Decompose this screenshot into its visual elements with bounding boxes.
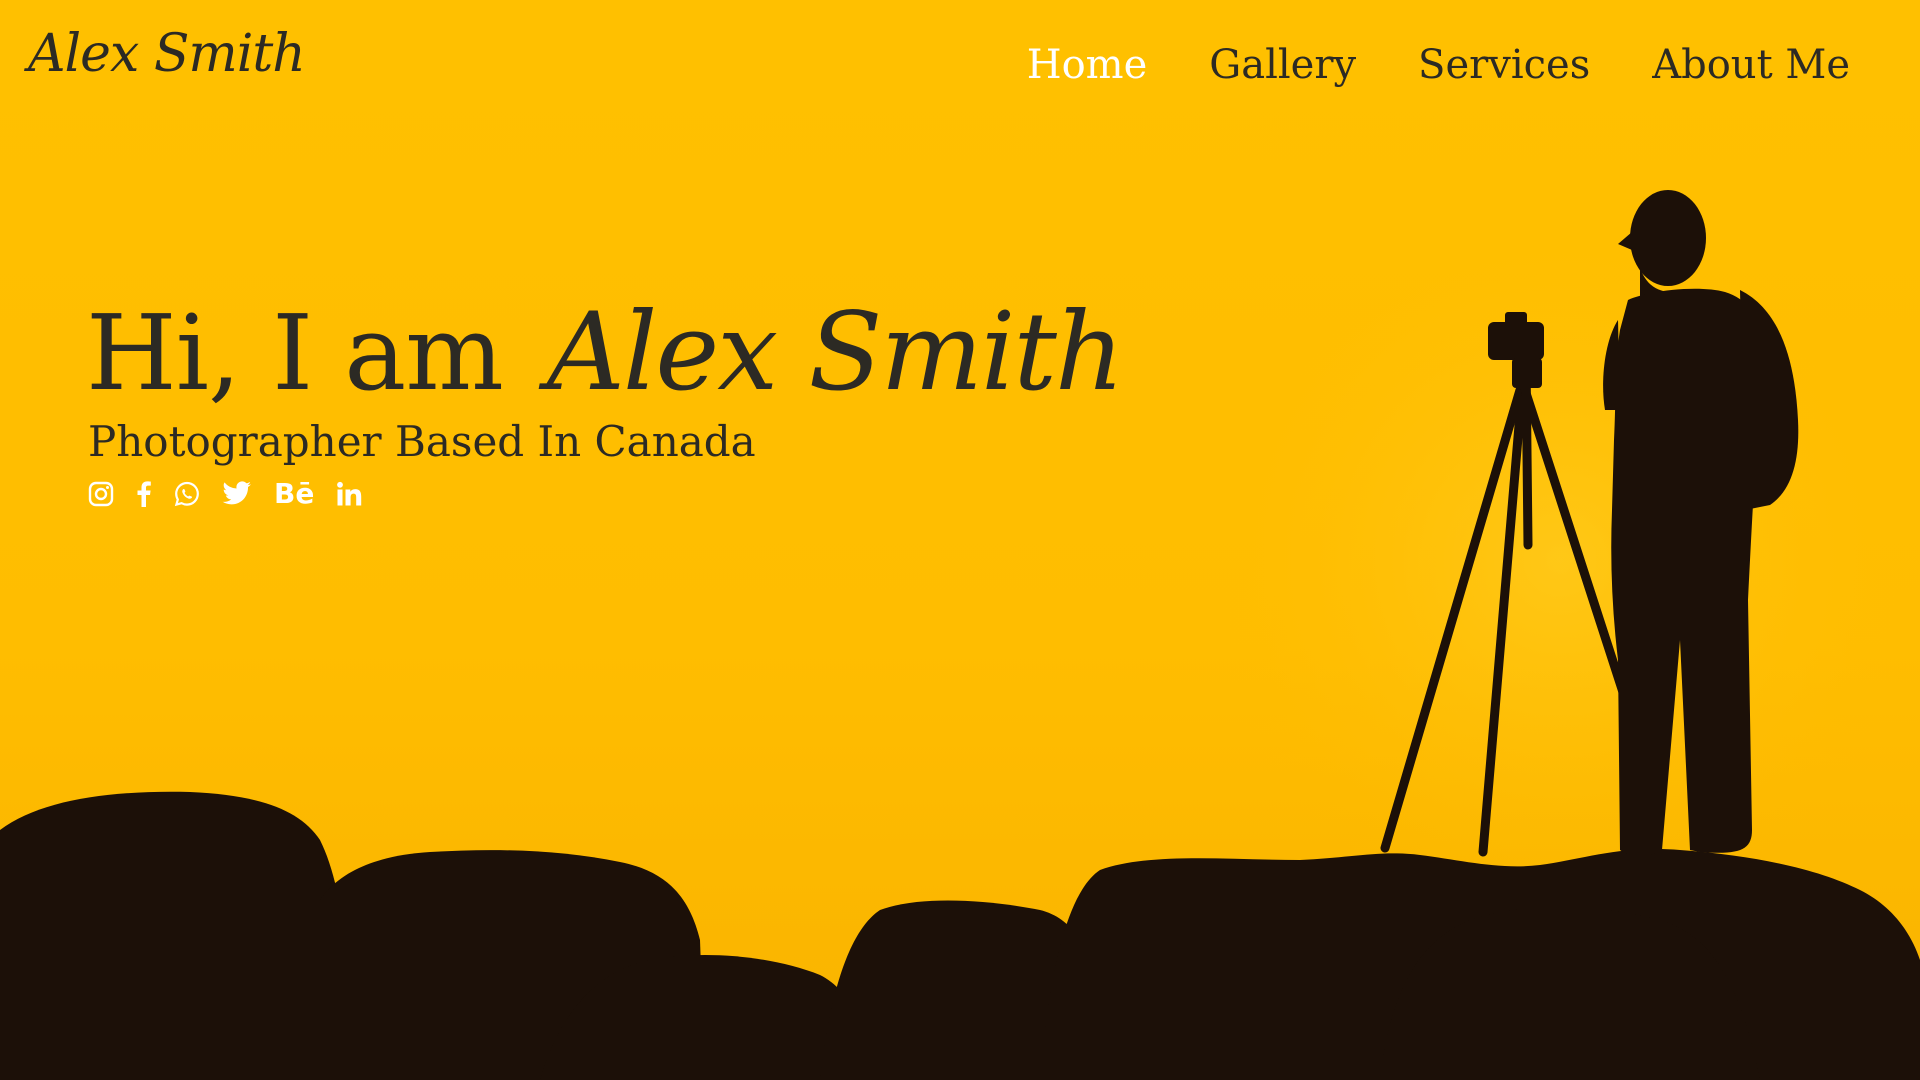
twitter-icon[interactable] [222, 481, 252, 507]
site-logo[interactable]: Alex Smith [28, 24, 306, 84]
main-nav: Home Gallery Services About Me [1027, 42, 1850, 88]
hero-name: Alex Smith [546, 290, 1125, 415]
hero-content: Hi, I am Alex Smith Photographer Based I… [86, 290, 1125, 508]
nav-home[interactable]: Home [1027, 42, 1148, 88]
instagram-icon[interactable] [88, 481, 114, 507]
hero-subtitle: Photographer Based In Canada [88, 417, 756, 466]
social-links: Bē [88, 480, 1122, 508]
whatsapp-icon[interactable] [174, 481, 200, 507]
behance-icon[interactable]: Bē [274, 480, 314, 508]
nav-gallery[interactable]: Gallery [1209, 42, 1356, 88]
facebook-icon[interactable] [136, 481, 152, 507]
nav-services[interactable]: Services [1418, 42, 1590, 88]
hero-page: Alex Smith Home Gallery Services About M… [0, 0, 1920, 1080]
nav-about-me[interactable]: About Me [1652, 42, 1850, 88]
linkedin-icon[interactable] [336, 481, 362, 507]
hero-title: Hi, I am Alex Smith [86, 290, 1125, 415]
hero-background-image [0, 0, 1920, 1080]
hero-greeting: Hi, I am [86, 292, 504, 414]
